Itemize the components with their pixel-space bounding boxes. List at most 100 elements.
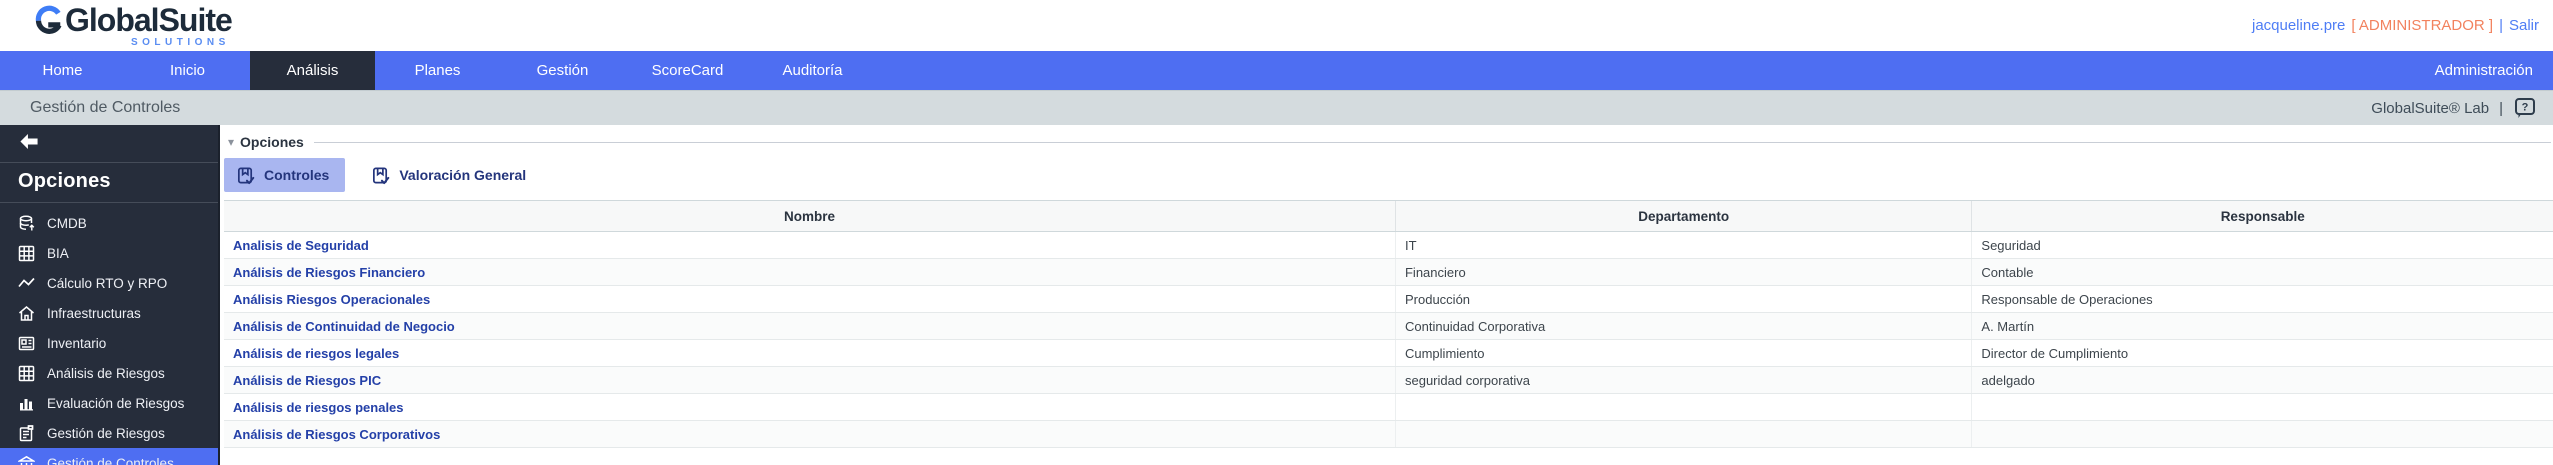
table-row: Análisis de Riesgos Corporativos <box>224 420 2553 448</box>
main-nav: Home Inicio Análisis Planes Gestión Scor… <box>0 51 2553 90</box>
responsable-cell: Seguridad <box>1971 231 2553 259</box>
sidebar-item-label: Infraestructuras <box>47 305 141 321</box>
tab-controles[interactable]: Controles <box>224 158 346 192</box>
user-session-info: jacqueline.pre [ ADMINISTRADOR ] | Salir <box>2252 17 2539 34</box>
top-header: GlobalSuite SOLUTIONS jacqueline.pre [ A… <box>0 0 2553 51</box>
control-name-link[interactable]: Análisis de riesgos penales <box>224 393 1396 421</box>
sidebar-item-cmdb[interactable]: CMDB <box>0 208 218 238</box>
help-icon: ? <box>2515 98 2535 118</box>
column-header-responsable: Responsable <box>1971 200 2553 232</box>
table-row: Análisis de riesgos penales <box>224 393 2553 421</box>
sidebar-item-evaluacion-de-riesgos[interactable]: Evaluación de Riesgos <box>0 388 218 418</box>
page-title: Gestión de Controles <box>30 99 181 116</box>
tab-label: Controles <box>264 167 330 183</box>
sidebar-item-label: BIA <box>47 245 69 261</box>
controls-table: Nombre Departamento Responsable Analisis… <box>224 200 2553 448</box>
control-name-link[interactable]: Análisis de Continuidad de Negocio <box>224 312 1396 340</box>
sidebar-collapse-button[interactable] <box>0 125 218 163</box>
sidebar-item-label: CMDB <box>47 215 87 231</box>
line-chart-icon <box>18 277 35 287</box>
user-name-link[interactable]: jacqueline.pre <box>2252 17 2345 34</box>
globalsuite-logo[interactable]: GlobalSuite SOLUTIONS <box>34 2 233 48</box>
nav-tab-gestion[interactable]: Gestión <box>500 51 625 90</box>
options-section-title: Opciones <box>240 134 304 150</box>
departamento-cell: seguridad corporativa <box>1394 366 1972 394</box>
table-header-row: Nombre Departamento Responsable <box>224 200 2553 232</box>
tab-valoracion-general[interactable]: Valoración General <box>359 158 542 192</box>
document-icon <box>19 424 34 441</box>
bookmark-check-icon <box>373 167 390 184</box>
inventory-icon <box>18 336 35 350</box>
departamento-cell: Producción <box>1394 285 1972 313</box>
responsable-cell <box>1971 393 2553 421</box>
departamento-cell: Cumplimiento <box>1394 339 1972 367</box>
sidebar-title: Opciones <box>0 163 218 203</box>
user-separator: | <box>2499 17 2503 34</box>
control-name-link[interactable]: Análisis de Riesgos Corporativos <box>224 420 1396 448</box>
departamento-cell: Financiero <box>1394 258 1972 286</box>
responsable-cell: Director de Cumplimiento <box>1971 339 2553 367</box>
sidebar-item-label: Cálculo RTO y RPO <box>47 275 168 291</box>
user-role-badge: [ ADMINISTRADOR ] <box>2351 17 2494 34</box>
sidebar-item-gestion-de-controles[interactable]: Gestión de Controles <box>0 448 218 465</box>
departamento-cell: IT <box>1394 231 1972 259</box>
column-header-nombre: Nombre <box>224 200 1396 232</box>
departamento-cell <box>1394 393 1972 421</box>
database-icon <box>19 215 35 230</box>
responsable-cell: adelgado <box>1971 366 2553 394</box>
table-row: Análisis Riesgos Operacionales Producció… <box>224 285 2553 313</box>
logo-g-icon <box>35 5 62 34</box>
logo-subtitle: SOLUTIONS <box>130 37 230 48</box>
control-name-link[interactable]: Análisis de Riesgos PIC <box>224 366 1396 394</box>
sidebar-item-bia[interactable]: BIA <box>0 238 218 268</box>
nav-tab-administracion[interactable]: Administración <box>2415 51 2553 90</box>
table-row: Análisis de Continuidad de Negocio Conti… <box>224 312 2553 340</box>
home-icon <box>19 305 34 321</box>
nav-tab-scorecard[interactable]: ScoreCard <box>625 51 750 90</box>
main-content: ▾ Opciones Controles Valoración General … <box>220 125 2553 465</box>
back-arrow-icon <box>20 134 38 149</box>
control-name-link[interactable]: Análisis Riesgos Operacionales <box>224 285 1396 313</box>
sidebar-item-label: Gestión de Controles <box>47 455 174 465</box>
sidebar-item-label: Análisis de Riesgos <box>47 365 165 381</box>
sidebar-item-label: Evaluación de Riesgos <box>47 395 185 411</box>
control-name-link[interactable]: Análisis de Riesgos Financiero <box>224 258 1396 286</box>
column-header-departamento: Departamento <box>1394 200 1972 232</box>
sidebar-item-label: Gestión de Riesgos <box>47 425 165 441</box>
sidebar-item-inventario[interactable]: Inventario <box>0 328 218 358</box>
sidebar-item-label: Inventario <box>47 335 107 351</box>
responsable-cell: Responsable de Operaciones <box>1971 285 2553 313</box>
nav-tab-analisis[interactable]: Análisis <box>250 51 375 90</box>
logout-link[interactable]: Salir <box>2509 17 2539 34</box>
options-section-header: ▾ Opciones <box>224 132 2553 152</box>
help-button[interactable]: ? <box>2513 96 2537 120</box>
nav-tab-planes[interactable]: Planes <box>375 51 500 90</box>
table-row: Analisis de Seguridad IT Seguridad <box>224 231 2553 259</box>
grid-icon <box>18 365 35 381</box>
logo-wordmark: GlobalSuite <box>65 2 233 38</box>
responsable-cell: Contable <box>1971 258 2553 286</box>
breadcrumb-bar: Gestión de Controles GlobalSuite® Lab | … <box>0 90 2553 125</box>
bar-chart-icon <box>20 398 33 410</box>
breadcrumb-separator: | <box>2499 99 2503 117</box>
sidebar-item-calculo-rto-rpo[interactable]: Cálculo RTO y RPO <box>0 268 218 298</box>
grid-icon <box>18 245 35 261</box>
responsable-cell <box>1971 420 2553 448</box>
table-row: Análisis de riesgos legales Cumplimiento… <box>224 339 2553 367</box>
nav-tab-home[interactable]: Home <box>0 51 125 90</box>
environment-label: GlobalSuite® Lab <box>2371 99 2490 117</box>
table-row: Análisis de Riesgos Financiero Financier… <box>224 258 2553 286</box>
control-name-link[interactable]: Análisis de riesgos legales <box>224 339 1396 367</box>
nav-tab-inicio[interactable]: Inicio <box>125 51 250 90</box>
svg-text:?: ? <box>2522 102 2529 114</box>
sidebar-item-gestion-de-riesgos[interactable]: Gestión de Riesgos <box>0 418 218 448</box>
tab-label: Valoración General <box>399 167 527 183</box>
nav-tab-auditoria[interactable]: Auditoría <box>750 51 875 90</box>
collapse-caret-icon[interactable]: ▾ <box>228 135 234 149</box>
control-name-link[interactable]: Analisis de Seguridad <box>224 231 1396 259</box>
sidebar-item-infraestructuras[interactable]: Infraestructuras <box>0 298 218 328</box>
departamento-cell: Continuidad Corporativa <box>1394 312 1972 340</box>
sidebar-item-analisis-de-riesgos[interactable]: Análisis de Riesgos <box>0 358 218 388</box>
sidebar: Opciones CMDB BIA Cálculo RTO y RPO Infr… <box>0 125 220 465</box>
